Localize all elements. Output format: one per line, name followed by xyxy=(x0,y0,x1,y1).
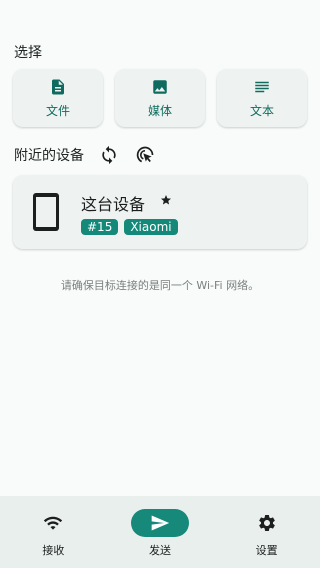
gear-icon xyxy=(258,515,275,531)
this-device-card[interactable]: 这台设备 #15 Xiaomi xyxy=(13,175,307,249)
device-badges: #15 Xiaomi xyxy=(81,219,178,235)
media-card-label: 媒体 xyxy=(147,103,172,118)
receive-icon-container xyxy=(26,509,80,537)
text-card-label: 文本 xyxy=(249,103,274,118)
device-name: 这台设备 xyxy=(81,195,146,214)
image-icon xyxy=(153,79,167,94)
touch-scan-icon xyxy=(136,146,154,163)
text-icon xyxy=(255,81,269,92)
nav-item-send[interactable]: 发送 xyxy=(107,496,214,568)
refresh-icon xyxy=(102,145,116,165)
smartphone-icon xyxy=(33,193,59,231)
nav-label-receive: 接收 xyxy=(42,544,65,557)
send-icon-container xyxy=(131,509,189,537)
select-section-title: 选择 xyxy=(14,45,42,61)
device-id-badge: #15 xyxy=(81,219,119,235)
settings-icon-container xyxy=(240,509,294,537)
file-icon xyxy=(52,79,64,94)
refresh-button[interactable] xyxy=(98,144,120,166)
media-card[interactable]: 媒体 xyxy=(115,69,205,127)
file-card-label: 文件 xyxy=(45,103,70,118)
nearby-section-title: 附近的设备 xyxy=(14,148,84,164)
nearby-header: 附近的设备 xyxy=(14,144,156,166)
nav-item-receive[interactable]: 接收 xyxy=(0,496,107,568)
scan-button[interactable] xyxy=(134,144,156,166)
bottom-nav: 接收 发送 设置 xyxy=(0,496,320,568)
nav-label-settings: 设置 xyxy=(255,544,278,557)
nav-label-send: 发送 xyxy=(149,544,171,557)
star-icon xyxy=(161,195,171,205)
send-icon xyxy=(151,515,170,531)
device-brand-badge: Xiaomi xyxy=(124,219,178,235)
wifi-icon xyxy=(44,516,63,530)
nav-item-settings[interactable]: 设置 xyxy=(213,496,320,568)
wifi-hint: 请确保目标连接的是同一个 Wi-Fi 网络。 xyxy=(60,279,260,292)
select-cards: 文件 媒体 文本 xyxy=(13,69,307,127)
file-card[interactable]: 文件 xyxy=(13,69,103,127)
text-card[interactable]: 文本 xyxy=(217,69,307,127)
